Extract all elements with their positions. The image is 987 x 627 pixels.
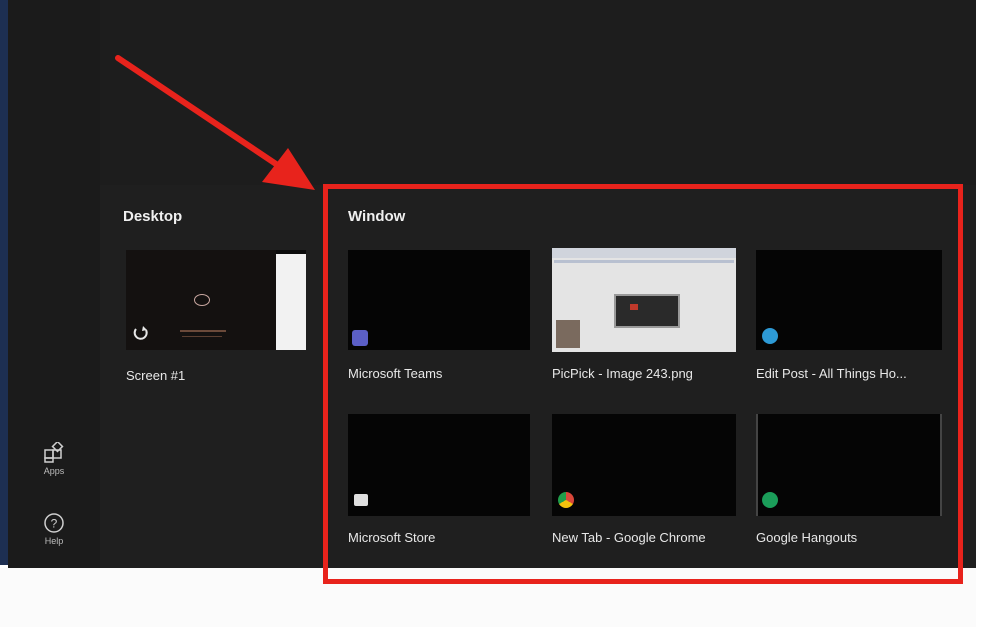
desktop-screen-thumb[interactable]: Screen #1 (126, 250, 306, 390)
window-preview (348, 250, 530, 350)
window-thumb-edge[interactable]: Edit Post - All Things Ho... (756, 250, 942, 385)
apps-label: Apps (43, 466, 65, 476)
window-section-title: Window (348, 208, 406, 225)
window-thumb-hangouts[interactable]: Google Hangouts (756, 414, 942, 552)
window-preview (552, 414, 736, 516)
teams-icon (352, 330, 368, 346)
hangouts-icon (762, 492, 778, 508)
window-preview (552, 248, 736, 352)
desktop-section-title: Desktop (123, 208, 183, 225)
help-button[interactable]: ? Help (30, 512, 78, 546)
window-thumb-teams[interactable]: Microsoft Teams (348, 250, 530, 385)
background-strip (0, 0, 8, 565)
svg-text:?: ? (51, 517, 58, 531)
bottom-bar (0, 568, 987, 627)
store-icon (354, 494, 368, 506)
picpick-icon (556, 320, 580, 348)
window-label: Google Hangouts (756, 530, 858, 545)
screen-share-icon (133, 326, 148, 340)
help-icon: ? (44, 513, 64, 533)
window-label: New Tab - Google Chrome (552, 530, 706, 545)
apps-icon (44, 442, 64, 463)
edge-icon (762, 328, 778, 344)
screen-preview (126, 250, 306, 350)
right-margin (976, 0, 987, 627)
header-area (100, 0, 976, 185)
help-label: Help (44, 536, 64, 546)
chrome-icon (558, 492, 574, 508)
window-label: Edit Post - All Things Ho... (756, 366, 907, 381)
window-label: PicPick - Image 243.png (552, 366, 693, 381)
window-preview (756, 250, 942, 350)
left-rail: Apps ? Help (8, 0, 100, 568)
window-label: Microsoft Teams (348, 366, 443, 381)
apps-button[interactable]: Apps (30, 442, 78, 476)
window-preview (756, 414, 942, 516)
window-preview (348, 414, 530, 516)
window-thumb-store[interactable]: Microsoft Store (348, 414, 530, 552)
window-label: Microsoft Store (348, 530, 436, 545)
window-thumb-picpick[interactable]: PicPick - Image 243.png (552, 248, 736, 385)
share-content-panel: Apps ? Help Desktop Screen #1 Window Mic… (8, 0, 976, 568)
desktop-screen-label: Screen #1 (126, 368, 186, 383)
window-thumb-chrome[interactable]: New Tab - Google Chrome (552, 414, 736, 552)
